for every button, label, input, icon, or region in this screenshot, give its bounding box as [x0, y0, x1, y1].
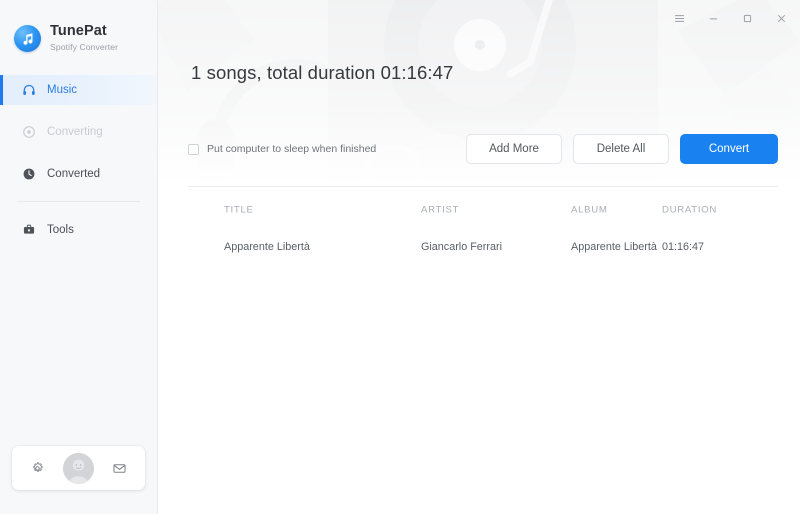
menu-icon[interactable] — [671, 10, 687, 26]
brand-subtitle: Spotify Converter — [50, 42, 119, 53]
add-more-button[interactable]: Add More — [466, 134, 562, 164]
gear-icon[interactable] — [26, 456, 50, 480]
minimize-icon[interactable] — [705, 10, 721, 26]
sidebar-item-label: Converted — [47, 168, 101, 180]
action-bar: Put computer to sleep when finished Add … — [188, 134, 778, 164]
checkbox-box[interactable] — [188, 143, 199, 155]
sidebar-item-label: Tools — [47, 224, 74, 236]
action-buttons: Add More Delete All Convert — [466, 134, 778, 164]
cell-album: Apparente Libertà — [571, 241, 657, 253]
page-title: 1 songs, total duration 01:16:47 — [191, 62, 454, 83]
sidebar-item-converting[interactable]: Converting — [0, 117, 157, 147]
sleep-when-finished-label: Put computer to sleep when finished — [207, 143, 377, 155]
column-header-album: ALBUM — [571, 204, 608, 216]
maximize-icon[interactable] — [739, 10, 755, 26]
sidebar-divider — [17, 201, 140, 202]
table-header-row: TITLE ARTIST ALBUM DURATION — [158, 196, 800, 224]
close-icon[interactable] — [773, 10, 789, 26]
sidebar-item-label: Converting — [47, 126, 103, 138]
headphones-icon — [21, 83, 36, 98]
column-header-duration: DURATION — [662, 204, 717, 216]
sidebar: TunePat Spotify Converter Music Converti… — [0, 0, 158, 514]
convert-button[interactable]: Convert — [680, 134, 778, 164]
cell-duration: 01:16:47 — [662, 241, 705, 253]
table-row[interactable]: Apparente Libertà Giancarlo Ferrari Appa… — [158, 224, 800, 270]
tunepat-window: TunePat Spotify Converter Music Converti… — [0, 0, 800, 514]
sidebar-dock — [0, 446, 157, 514]
mail-icon[interactable] — [107, 456, 131, 480]
sidebar-item-converted[interactable]: Converted — [0, 159, 157, 189]
song-table: TITLE ARTIST ALBUM DURATION Apparente Li… — [158, 196, 800, 270]
main-panel: 1 songs, total duration 01:16:47 Put com… — [158, 0, 800, 514]
column-header-title: TITLE — [224, 204, 254, 216]
sidebar-item-music[interactable]: Music — [0, 75, 157, 105]
table-top-divider — [188, 186, 778, 187]
sidebar-item-tools[interactable]: Tools — [0, 215, 157, 245]
brand: TunePat Spotify Converter — [0, 0, 157, 62]
clock-icon — [21, 167, 36, 182]
delete-all-button[interactable]: Delete All — [573, 134, 669, 164]
cell-artist: Giancarlo Ferrari — [421, 241, 502, 253]
column-header-artist: ARTIST — [421, 204, 460, 216]
sidebar-nav: Music Converting Converted Tools — [0, 75, 157, 257]
brand-title: TunePat — [50, 23, 107, 40]
tunepat-logo-icon — [14, 25, 41, 52]
converting-icon — [21, 125, 36, 140]
sleep-when-finished-checkbox[interactable]: Put computer to sleep when finished — [188, 143, 376, 155]
window-controls — [671, 10, 789, 26]
sidebar-item-label: Music — [47, 84, 78, 96]
avatar[interactable] — [62, 452, 94, 484]
cell-title: Apparente Libertà — [224, 241, 310, 253]
toolbox-icon — [21, 223, 36, 238]
